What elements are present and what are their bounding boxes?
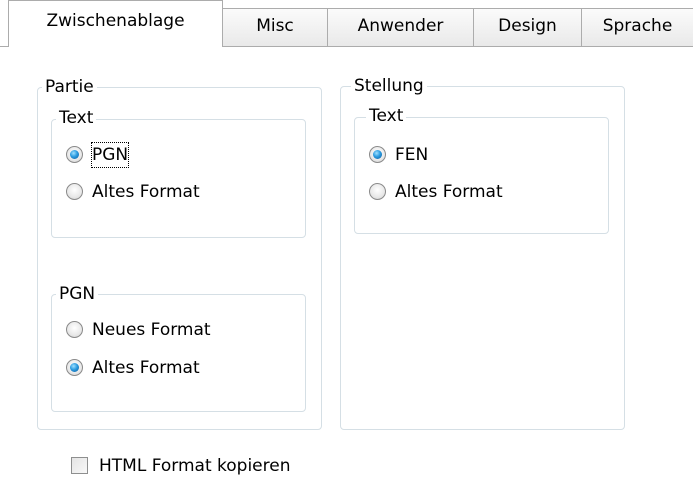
checkbox-label: HTML Format kopieren <box>99 456 291 476</box>
stellung-group-title: Stellung <box>351 76 427 96</box>
radio-label: PGN <box>90 142 130 168</box>
tab-label: Sprache <box>602 16 673 36</box>
partie-group-title: Partie <box>42 77 97 97</box>
tab-label: Misc <box>256 16 294 36</box>
radio-label: Altes Format <box>395 182 503 202</box>
partie-pgn-group <box>51 294 306 412</box>
checkbox-box[interactable] <box>71 457 88 474</box>
radio-button-selected[interactable] <box>66 146 83 163</box>
tab-label: Zwischenablage <box>46 11 185 31</box>
partie-pgn-group-title: PGN <box>56 284 99 304</box>
radio-partie-text-altes-format[interactable]: Altes Format <box>66 180 266 204</box>
stellung-text-group <box>354 117 609 234</box>
tab-label: Design <box>498 16 557 36</box>
radio-button[interactable] <box>66 321 83 338</box>
radio-button[interactable] <box>369 183 386 200</box>
tab-zwischenablage[interactable]: Zwischenablage <box>8 0 223 47</box>
radio-partie-text-pgn[interactable]: PGN <box>66 142 186 168</box>
tab-anwender[interactable]: Anwender <box>327 8 474 46</box>
radio-button-selected[interactable] <box>66 359 83 376</box>
radio-label: FEN <box>395 145 429 165</box>
stellung-text-group-title: Text <box>366 106 407 126</box>
partie-text-group <box>51 119 306 238</box>
radio-partie-pgn-altes-format[interactable]: Altes Format <box>66 356 266 380</box>
partie-text-group-title: Text <box>56 108 97 128</box>
radio-button[interactable] <box>66 183 83 200</box>
radio-stellung-text-altes-format[interactable]: Altes Format <box>369 180 569 204</box>
radio-partie-pgn-neues-format[interactable]: Neues Format <box>66 318 266 342</box>
tab-design[interactable]: Design <box>473 8 582 46</box>
radio-stellung-text-fen[interactable]: FEN <box>369 143 489 167</box>
options-dialog: Zwischenablage Misc Anwender Design Spra… <box>0 0 693 495</box>
tab-label: Anwender <box>357 16 444 36</box>
radio-label: Neues Format <box>92 320 211 340</box>
tab-misc[interactable]: Misc <box>222 8 328 46</box>
radio-label: Altes Format <box>92 182 200 202</box>
tab-sprache[interactable]: Sprache <box>581 8 693 46</box>
radio-button-selected[interactable] <box>369 146 386 163</box>
radio-label: Altes Format <box>92 358 200 378</box>
checkbox-html-format-kopieren[interactable]: HTML Format kopieren <box>71 454 351 478</box>
